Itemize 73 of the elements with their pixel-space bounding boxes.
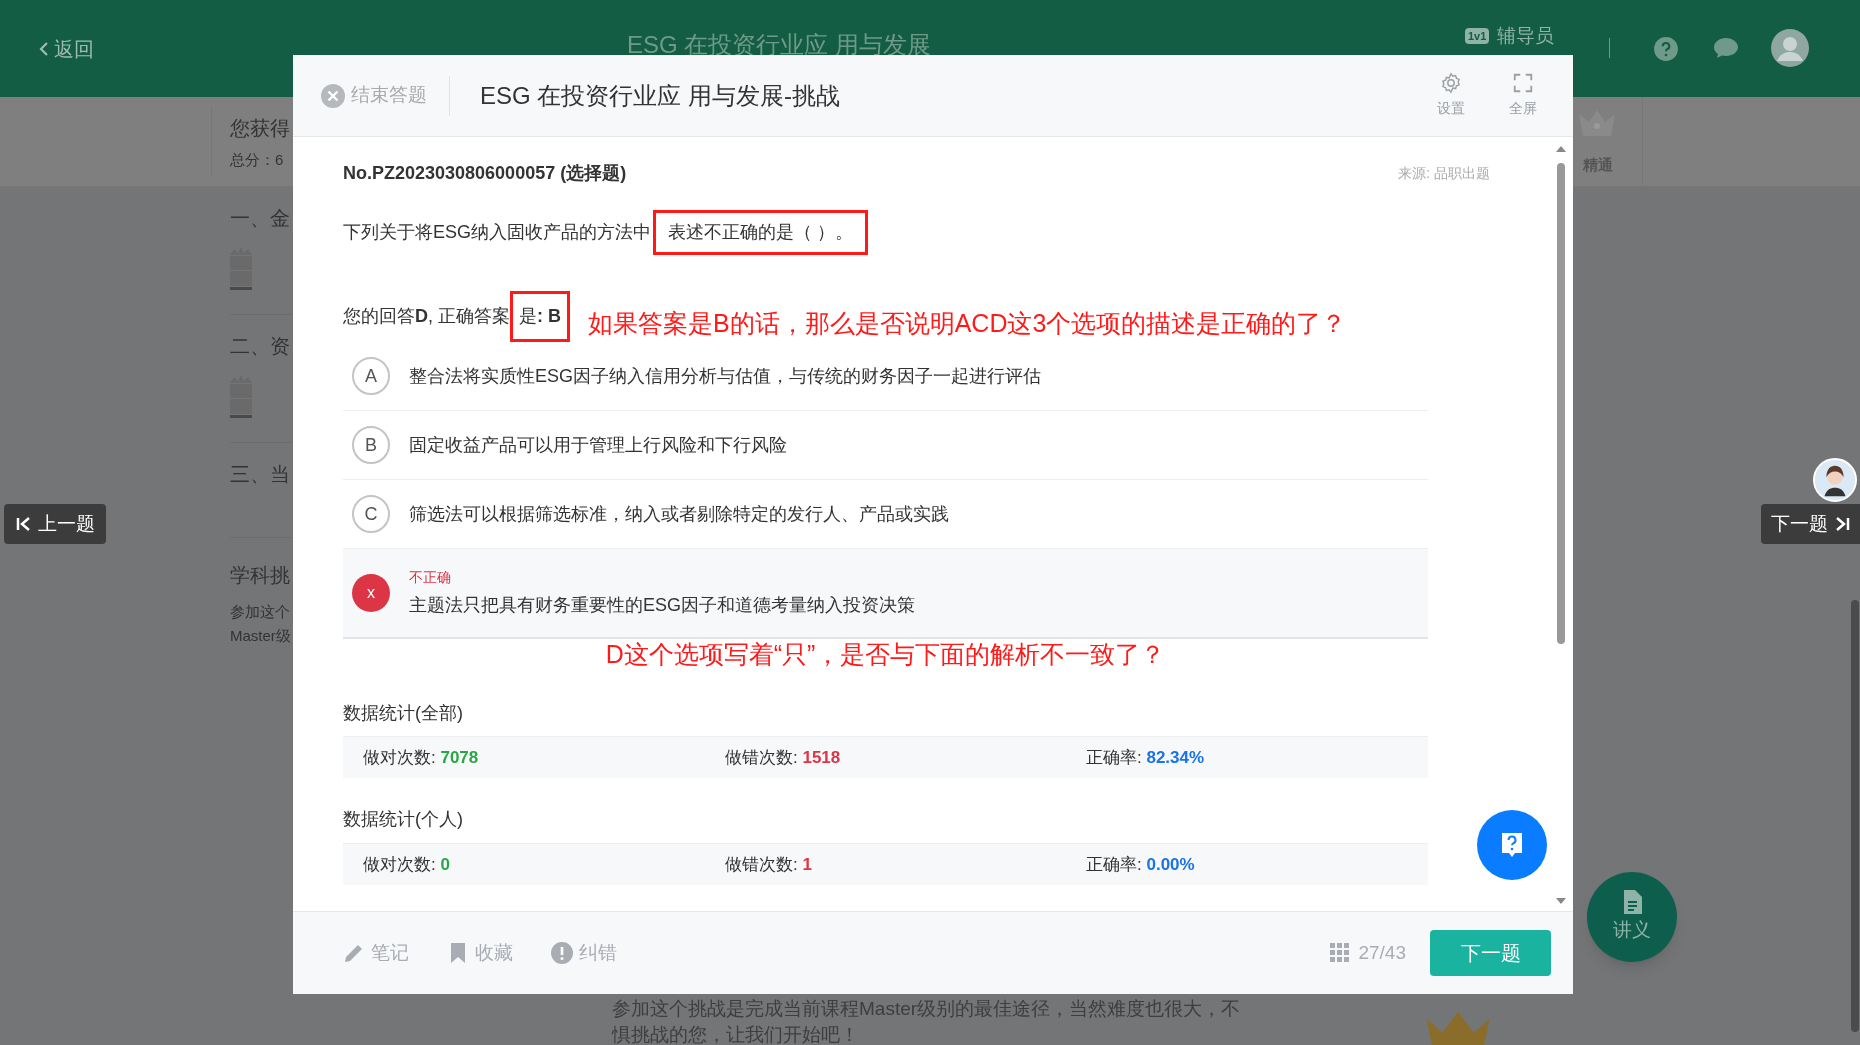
handout-button[interactable]: 讲义 bbox=[1587, 872, 1677, 962]
scroll-up-icon[interactable] bbox=[1555, 145, 1567, 153]
option-text: 筛选法可以根据筛选标准，纳入或者剔除特定的发行人、产品或实践 bbox=[409, 502, 949, 526]
intro-text: 参加这个挑战是完成当前课程Master级别的最佳途径，当然难度也很大，不 bbox=[612, 997, 1241, 1021]
crown-icon bbox=[1577, 108, 1617, 138]
option-row[interactable]: x 不正确 主题法只把具有财务重要性的ESG因子和道德考量纳入投资决策 bbox=[343, 549, 1428, 639]
page-scrollbar[interactable] bbox=[1851, 600, 1859, 1032]
annotation-text: D这个选项写着“只”，是否与下面的解析不一致了？ bbox=[604, 639, 1167, 669]
option-marker: B bbox=[352, 426, 390, 464]
tutor-link[interactable]: 辅导员 bbox=[1497, 24, 1555, 48]
stat-item: 正确率: 0.00% bbox=[1086, 853, 1196, 876]
intro-text: 惧挑战的您，让我们开始吧！ bbox=[612, 1023, 860, 1045]
highlighted-question-text: 表述不正确的是（ ）。 bbox=[653, 209, 869, 255]
question-source: 来源: 品职出题 bbox=[1398, 163, 1490, 183]
option-text: 固定收益产品可以用于管理上行风险和下行风险 bbox=[409, 433, 787, 457]
note-button[interactable]: 笔记 bbox=[343, 938, 409, 968]
chapter-title: 一、金 bbox=[230, 206, 291, 231]
question-bubble-icon bbox=[1500, 831, 1524, 859]
option-row[interactable]: A 整合法将实质性ESG因子纳入信用分析与估值，与传统的财务因子一起进行评估 bbox=[343, 342, 1428, 411]
stats-title: 数据统计(全部) bbox=[343, 702, 464, 725]
option-row[interactable]: B 固定收益产品可以用于管理上行风险和下行风险 bbox=[343, 411, 1428, 480]
avatar-icon[interactable] bbox=[1771, 29, 1809, 67]
summary-heading: 您获得 bbox=[230, 115, 291, 141]
grid-icon bbox=[1330, 943, 1351, 963]
chapter-title: 二、资 bbox=[230, 334, 291, 359]
settings-icon bbox=[1440, 72, 1462, 94]
pencil-icon bbox=[343, 942, 365, 964]
question-text: 下列关于将ESG纳入固收产品的方法中 bbox=[343, 220, 651, 244]
assistant-avatar[interactable] bbox=[1813, 458, 1857, 502]
stat-item: 做错次数: 1518 bbox=[725, 746, 842, 769]
chapter-title: 三、当 bbox=[230, 462, 291, 487]
tutor-badge: 1v1 bbox=[1465, 27, 1490, 45]
total-score: 总分：6 bbox=[230, 149, 285, 170]
settings-button[interactable]: 设置 bbox=[1437, 72, 1465, 119]
fullscreen-icon bbox=[1512, 72, 1534, 94]
stat-item: 正确率: 82.34% bbox=[1086, 746, 1206, 769]
skip-back-icon bbox=[15, 516, 32, 532]
option-text: 主题法只把具有财务重要性的ESG因子和道德考量纳入投资决策 bbox=[409, 594, 915, 617]
stats-title: 数据统计(个人) bbox=[343, 808, 464, 831]
scroll-down-icon[interactable] bbox=[1555, 897, 1567, 905]
result-label: 不正确 bbox=[409, 568, 452, 587]
bookmark-button[interactable]: 收藏 bbox=[447, 938, 513, 968]
card-text: 参加这个 bbox=[230, 602, 291, 622]
end-quiz-button[interactable]: 结束答题 bbox=[321, 81, 427, 110]
option-marker: A bbox=[352, 357, 390, 395]
next-question-side-button[interactable]: 下一题 bbox=[1761, 504, 1860, 544]
stat-item: 做错次数: 1 bbox=[725, 853, 813, 876]
exclamation-icon bbox=[551, 942, 573, 964]
option-text: 整合法将实质性ESG因子纳入信用分析与估值，与传统的财务因子一起进行评估 bbox=[409, 364, 1041, 388]
document-icon bbox=[1622, 889, 1642, 914]
question-grid-button[interactable]: 27/43 bbox=[1330, 938, 1406, 968]
answer-text: 您的回答D, 正确答案 bbox=[343, 304, 510, 328]
chat-icon[interactable] bbox=[1713, 37, 1739, 59]
next-question-button[interactable]: 下一题 bbox=[1430, 930, 1551, 976]
question-number: No.PZ2023030806000057 (选择题) bbox=[343, 161, 627, 185]
chevron-left-icon bbox=[38, 40, 50, 57]
fullscreen-button[interactable]: 全屏 bbox=[1509, 72, 1537, 119]
help-icon[interactable] bbox=[1653, 36, 1679, 62]
close-icon bbox=[321, 83, 345, 108]
card-text: Master级 bbox=[230, 626, 292, 646]
dialog-title: ESG 在投资行业应 用与发展-挑战 bbox=[480, 80, 840, 111]
annotation-text: 如果答案是B的话，那么是否说明ACD这3个选项的描述是正确的了？ bbox=[588, 308, 1347, 340]
previous-question-button[interactable]: 上一题 bbox=[4, 504, 106, 544]
option-marker: C bbox=[352, 495, 390, 533]
skip-forward-icon bbox=[1834, 516, 1850, 532]
option-marker: x bbox=[352, 574, 390, 612]
stat-item: 做对次数: 0 bbox=[363, 853, 451, 876]
card-title: 学科挑 bbox=[230, 563, 291, 588]
stat-item: 做对次数: 7078 bbox=[363, 746, 480, 769]
scrollbar[interactable] bbox=[1555, 145, 1567, 905]
highlighted-answer-text: 是: B bbox=[510, 290, 570, 342]
back-link[interactable]: 返回 bbox=[38, 33, 94, 64]
report-button[interactable]: 纠错 bbox=[551, 938, 617, 968]
